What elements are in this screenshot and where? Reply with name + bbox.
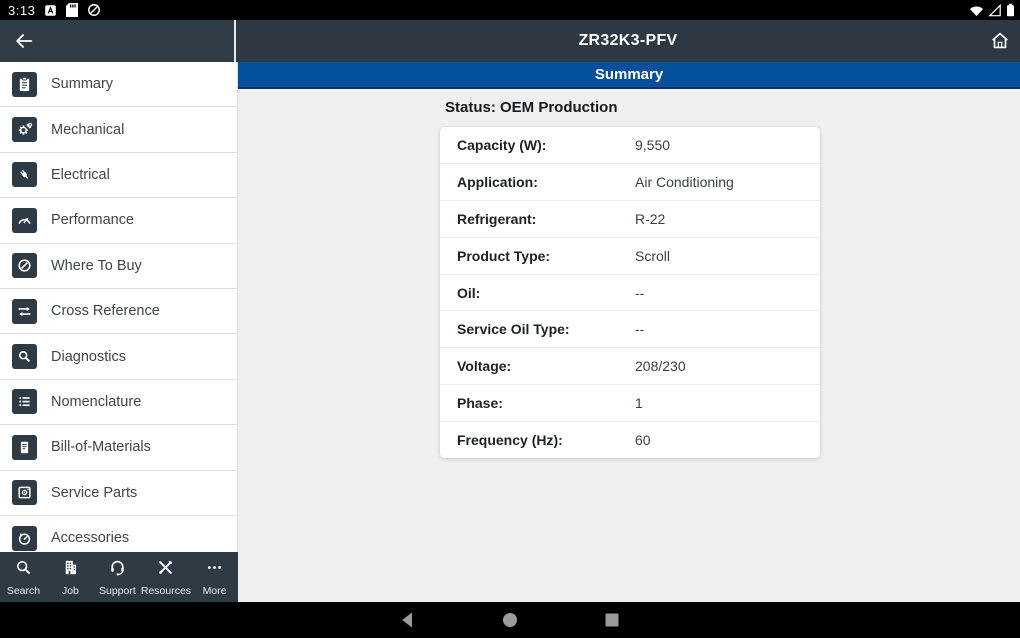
sidebar-item-accessories[interactable]: Accessories xyxy=(0,515,237,552)
meter-icon xyxy=(12,525,37,551)
sidebar-item-mechanical[interactable]: Mechanical xyxy=(0,107,237,153)
compass-icon xyxy=(12,253,37,279)
spec-label: Service Oil Type: xyxy=(457,321,570,338)
sidebar-item-bill-of-materials[interactable]: Bill-of-Materials xyxy=(0,425,237,471)
list-icon xyxy=(12,389,37,415)
data-saver-icon xyxy=(87,3,101,17)
headset-icon xyxy=(108,558,127,582)
spec-value: 9,550 xyxy=(635,136,671,153)
parts-box-icon xyxy=(12,480,37,506)
tab-label: Search xyxy=(6,584,41,597)
table-row: Capacity (W): 9,550 xyxy=(440,127,820,164)
sidebar-item-diagnostics[interactable]: Diagnostics xyxy=(0,334,237,380)
sidebar-item-label: Accessories xyxy=(51,530,130,547)
spec-value: Scroll xyxy=(635,247,671,264)
spec-label: Application: xyxy=(457,173,538,190)
nav-home-icon[interactable] xyxy=(501,611,519,629)
section-banner: Summary xyxy=(238,62,1020,89)
tab-label: More xyxy=(202,584,227,597)
table-row: Product Type: Scroll xyxy=(440,238,820,275)
sidebar-item-label: Nomenclature xyxy=(51,393,142,410)
home-icon[interactable] xyxy=(989,30,1011,52)
sidebar-header xyxy=(0,20,236,62)
plug-icon xyxy=(12,162,37,188)
building-icon xyxy=(61,558,80,582)
table-row: Frequency (Hz): 60 xyxy=(440,422,820,458)
table-row: Application: Air Conditioning xyxy=(440,164,820,201)
tab-support[interactable]: Support xyxy=(94,552,141,602)
tab-label: Job xyxy=(61,584,79,597)
battery-icon xyxy=(1006,3,1015,17)
spec-label: Voltage: xyxy=(457,358,512,375)
document-icon xyxy=(12,434,37,460)
more-dots-icon xyxy=(205,558,224,582)
spec-label: Refrigerant: xyxy=(457,210,537,227)
sidebar-item-label: Where To Buy xyxy=(51,257,142,274)
sidebar-item-label: Electrical xyxy=(51,166,110,183)
sidebar-item-label: Diagnostics xyxy=(51,348,126,365)
tools-icon xyxy=(156,558,175,582)
tab-label: Resources xyxy=(140,584,192,597)
sd-card-icon xyxy=(66,3,79,17)
spec-value: Air Conditioning xyxy=(635,173,734,190)
swap-arrows-icon xyxy=(12,298,37,324)
android-nav-bar xyxy=(0,602,1020,638)
nav-recents-icon[interactable] xyxy=(603,611,621,629)
spec-value: R-22 xyxy=(635,210,666,227)
table-row: Phase: 1 xyxy=(440,385,820,423)
titlebar: ZR32K3-PFV xyxy=(236,20,1020,62)
sidebar: Summary Mechanical Electrical Performanc… xyxy=(0,62,238,552)
search-icon xyxy=(14,558,33,582)
sidebar-item-label: Bill-of-Materials xyxy=(51,439,151,456)
spec-table: Capacity (W): 9,550 Application: Air Con… xyxy=(440,127,820,458)
sidebar-item-nomenclature[interactable]: Nomenclature xyxy=(0,379,237,426)
cell-signal-icon xyxy=(988,3,1002,17)
page-title: ZR32K3-PFV xyxy=(578,32,678,49)
clock: 3:13 xyxy=(8,2,36,18)
bottom-tab-bar: Search Job Support Resources More xyxy=(0,552,238,602)
sidebar-item-cross-reference[interactable]: Cross Reference xyxy=(0,288,237,335)
sidebar-item-summary[interactable]: Summary xyxy=(0,62,237,108)
sidebar-item-electrical[interactable]: Electrical xyxy=(0,152,237,199)
spec-value: 208/230 xyxy=(635,358,686,375)
sidebar-item-label: Mechanical xyxy=(51,121,125,138)
table-row: Refrigerant: R-22 xyxy=(440,201,820,238)
spec-value: -- xyxy=(635,284,645,301)
clipboard-icon xyxy=(12,71,37,97)
product-status-line: Status: OEM Production xyxy=(445,99,618,116)
android-status-bar: 3:13 xyxy=(0,0,1020,20)
sidebar-item-label: Summary xyxy=(51,76,114,93)
gear-wrench-icon xyxy=(12,117,37,143)
tab-more[interactable]: More xyxy=(191,552,238,602)
wifi-icon xyxy=(969,4,984,17)
app-header: ZR32K3-PFV xyxy=(0,20,1020,62)
auto-rotate-a-icon xyxy=(44,4,57,17)
sidebar-item-label: Service Parts xyxy=(51,484,138,501)
back-arrow-icon[interactable] xyxy=(13,30,35,52)
spec-label: Phase: xyxy=(457,395,503,412)
nav-back-icon[interactable] xyxy=(398,611,416,629)
spec-label: Frequency (Hz): xyxy=(457,432,563,449)
table-row: Oil: -- xyxy=(440,275,820,312)
sidebar-item-label: Performance xyxy=(51,212,135,229)
tab-label: Support xyxy=(98,584,136,597)
section-banner-label: Summary xyxy=(594,66,664,83)
sidebar-item-performance[interactable]: Performance xyxy=(0,198,237,244)
magnifier-icon xyxy=(12,344,37,370)
table-row: Service Oil Type: -- xyxy=(440,311,820,349)
gauge-arrow-icon xyxy=(12,207,37,233)
sidebar-item-service-parts[interactable]: Service Parts xyxy=(0,470,237,516)
sidebar-item-where-to-buy[interactable]: Where To Buy xyxy=(0,243,237,289)
spec-value: 1 xyxy=(635,395,643,412)
spec-value: -- xyxy=(635,321,645,338)
tab-resources[interactable]: Resources xyxy=(141,552,191,602)
spec-label: Oil: xyxy=(457,284,481,301)
sidebar-item-label: Cross Reference xyxy=(51,303,160,320)
spec-label: Capacity (W): xyxy=(457,136,547,153)
tab-job[interactable]: Job xyxy=(47,552,94,602)
tab-search[interactable]: Search xyxy=(0,552,47,602)
table-row: Voltage: 208/230 xyxy=(440,348,820,386)
spec-value: 60 xyxy=(635,432,651,449)
spec-label: Product Type: xyxy=(457,247,551,264)
